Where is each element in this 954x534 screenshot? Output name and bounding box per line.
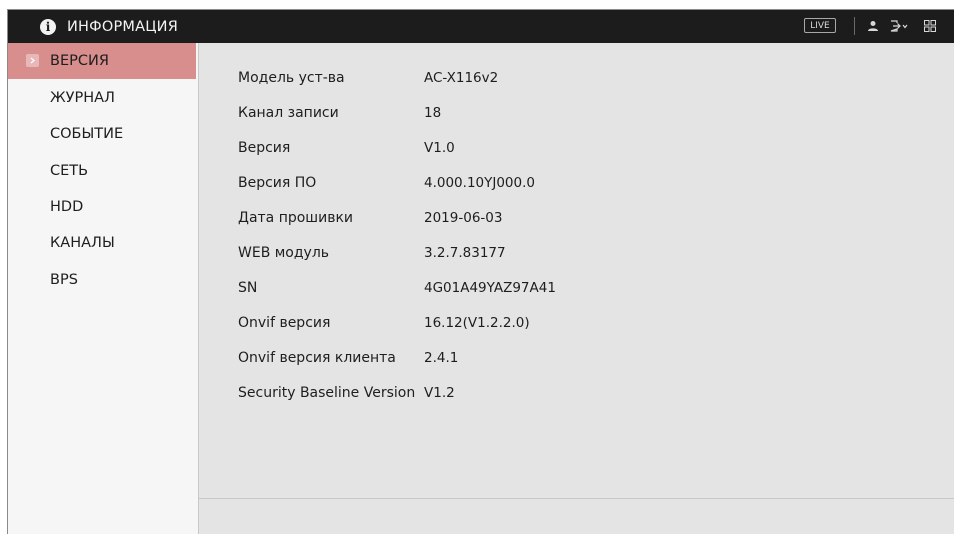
sidebar-item-label: СЕТЬ [50, 163, 89, 179]
info-value: V1.2 [424, 385, 455, 401]
info-label: Onvif версия [238, 315, 331, 331]
info-row-serial-number: SN 4G01A49YAZ97A41 [238, 278, 556, 298]
info-value: 3.2.7.83177 [424, 245, 506, 261]
info-label: Security Baseline Version [238, 385, 416, 401]
info-label: Onvif версия клиента [238, 350, 396, 366]
sidebar-item-label: BPS [50, 272, 78, 288]
info-row-firmware-date: Дата прошивки 2019-06-03 [238, 208, 502, 228]
sidebar-item-network[interactable]: СЕТЬ [8, 153, 196, 189]
app-window: i ИНФОРМАЦИЯ LIVE ВЕРСИЯ ЖУРНАЛ СОБЫТИЕ … [7, 9, 954, 534]
info-icon: i [40, 18, 56, 35]
info-row-onvif-version: Onvif версия 16.12(V1.2.2.0) [238, 313, 530, 333]
sidebar-item-label: ВЕРСИЯ [50, 53, 109, 69]
info-value: 18 [424, 105, 442, 121]
info-row-software-version: Версия ПО 4.000.10YJ000.0 [238, 173, 535, 193]
info-label: Версия [238, 140, 291, 156]
info-value: AC-X116v2 [424, 70, 499, 86]
toolbar-divider [854, 17, 855, 35]
sidebar-item-label: СОБЫТИЕ [50, 126, 124, 142]
chevron-right-icon [26, 54, 39, 67]
info-label: SN [238, 280, 258, 296]
sidebar: ВЕРСИЯ ЖУРНАЛ СОБЫТИЕ СЕТЬ HDD КАНАЛЫ BP… [8, 43, 199, 534]
info-row-version: Версия V1.0 [238, 138, 455, 158]
info-value: 4.000.10YJ000.0 [424, 175, 535, 191]
sidebar-item-event[interactable]: СОБЫТИЕ [8, 116, 196, 152]
sidebar-item-hdd[interactable]: HDD [8, 189, 196, 225]
live-button[interactable]: LIVE [804, 18, 836, 33]
info-value: 2.4.1 [424, 350, 459, 366]
page-title: ИНФОРМАЦИЯ [67, 18, 178, 35]
sidebar-item-version[interactable]: ВЕРСИЯ [8, 43, 196, 79]
logout-icon[interactable] [889, 18, 909, 34]
info-value: 2019-06-03 [424, 210, 503, 226]
user-icon[interactable] [867, 18, 879, 34]
sidebar-item-channels[interactable]: КАНАЛЫ [8, 225, 196, 261]
info-value: 4G01A49YAZ97A41 [424, 280, 556, 296]
info-row-record-channel: Канал записи 18 [238, 103, 441, 123]
sidebar-item-log[interactable]: ЖУРНАЛ [8, 80, 196, 116]
info-row-model: Модель уст-ва AC-X116v2 [238, 68, 498, 88]
page-header: i ИНФОРМАЦИЯ [40, 10, 178, 43]
sidebar-item-bps[interactable]: BPS [8, 262, 196, 298]
grid-icon[interactable] [924, 18, 936, 34]
info-row-web-module: WEB модуль 3.2.7.83177 [238, 243, 506, 263]
bottom-divider [199, 498, 954, 499]
sidebar-item-label: ЖУРНАЛ [50, 90, 115, 106]
info-row-onvif-client-version: Onvif версия клиента 2.4.1 [238, 348, 458, 368]
info-label: Версия ПО [238, 175, 317, 191]
info-value: V1.0 [424, 140, 455, 156]
top-bar: i ИНФОРМАЦИЯ LIVE [8, 10, 954, 43]
info-label: Канал записи [238, 105, 339, 121]
info-label: Дата прошивки [238, 210, 354, 226]
sidebar-item-label: HDD [50, 199, 84, 215]
info-value: 16.12(V1.2.2.0) [424, 315, 530, 331]
info-row-security-baseline: Security Baseline Version V1.2 [238, 383, 455, 403]
info-label: Модель уст-ва [238, 70, 345, 86]
version-info-panel: Модель уст-ва AC-X116v2 Канал записи 18 … [199, 43, 954, 534]
info-label: WEB модуль [238, 245, 330, 261]
sidebar-item-label: КАНАЛЫ [50, 235, 115, 251]
